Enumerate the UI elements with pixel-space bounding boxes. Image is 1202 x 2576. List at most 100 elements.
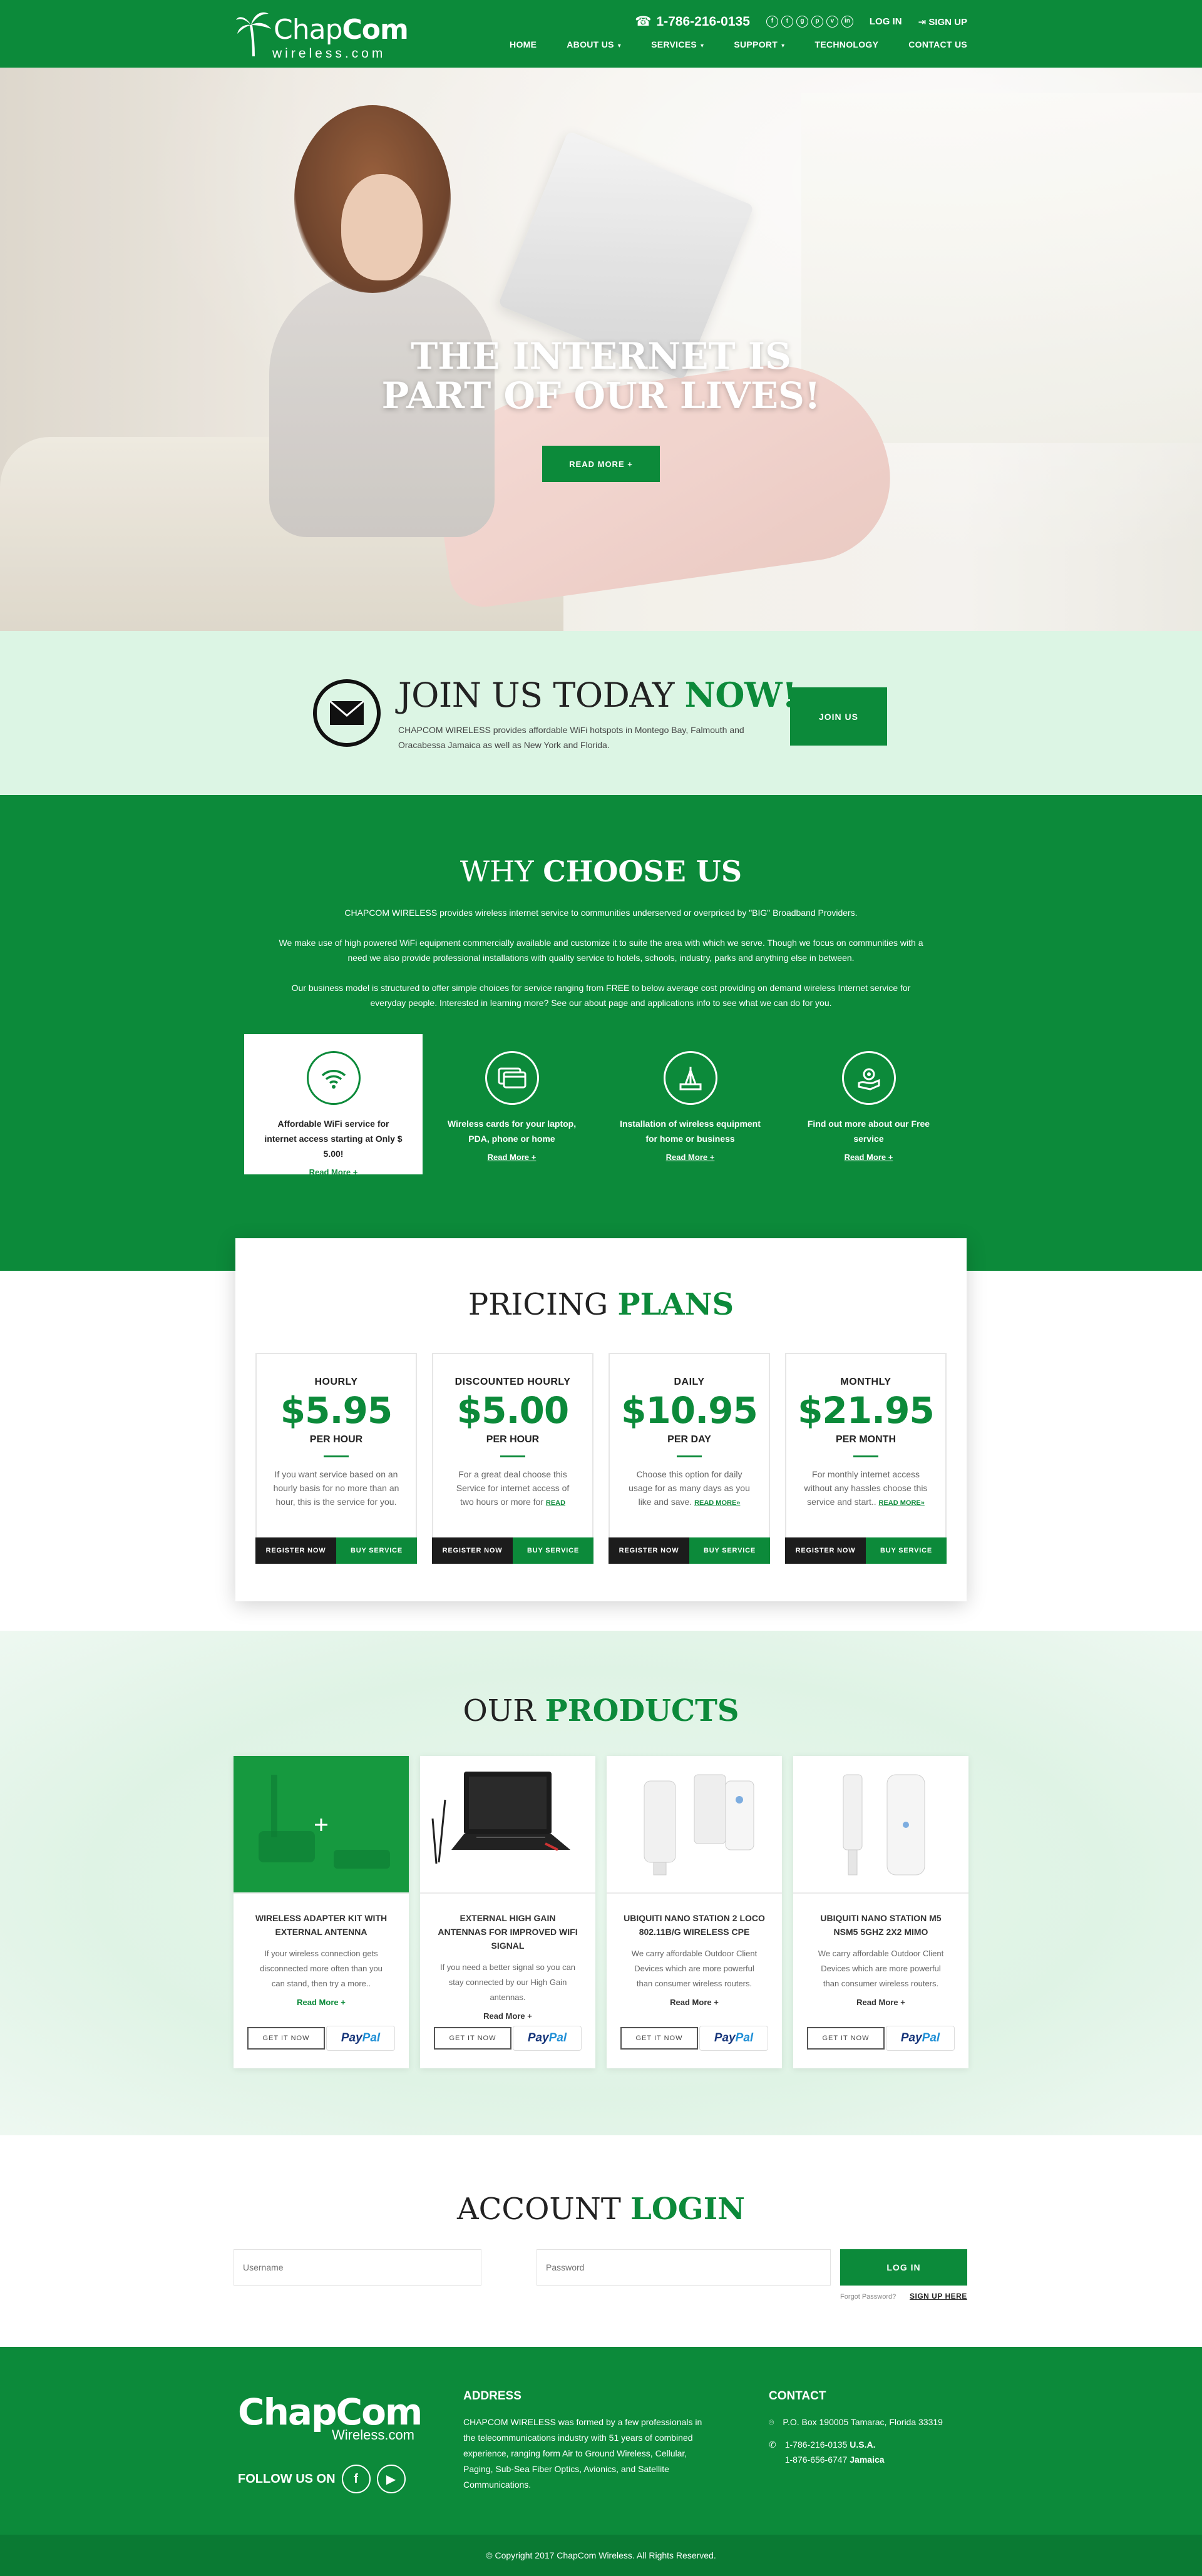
product-actions: GET IT NOW Pay Pal: [807, 2026, 955, 2051]
login-link[interactable]: LOG IN: [870, 16, 902, 27]
vimeo-icon[interactable]: v: [826, 16, 838, 28]
youtube-icon[interactable]: ▶: [376, 2465, 406, 2493]
copyright-bar: © Copyright 2017 ChapCom Wireless. All R…: [0, 2535, 1202, 2576]
product-read-more-link[interactable]: Read More +: [607, 1998, 782, 2007]
footer-contact: CONTACT ⌾ P.O. Box 190005 Tamarac, Flori…: [769, 2389, 982, 2475]
paypal-button[interactable]: Pay Pal: [886, 2026, 955, 2051]
card-icon: [485, 1051, 539, 1105]
feature-card[interactable]: Wireless cards for your laptop, PDA, pho…: [423, 1034, 601, 1174]
facebook-icon[interactable]: f: [341, 2465, 371, 2493]
twitter-icon[interactable]: t: [781, 16, 793, 28]
buy-service-button[interactable]: BUY SERVICE: [513, 1537, 593, 1564]
plan-price: $21.95: [798, 1389, 935, 1432]
facebook-icon[interactable]: f: [766, 16, 778, 28]
join-text: CHAPCOM WIRELESS provides affordable WiF…: [398, 725, 744, 750]
join-us-button[interactable]: JOIN US: [790, 687, 887, 746]
get-it-now-button[interactable]: GET IT NOW: [434, 2027, 511, 2050]
header-phone[interactable]: ☎ 1-786-216-0135: [635, 14, 750, 29]
contact-title: CONTACT: [769, 2389, 826, 2403]
register-now-button[interactable]: REGISTER NOW: [609, 1537, 689, 1564]
plan-read-more-link[interactable]: READ MORE»: [694, 1499, 740, 1507]
chevron-down-icon: ▾: [781, 43, 785, 49]
phone-number: 1-786-216-0135: [656, 14, 750, 29]
sign-up-here-link[interactable]: SIGN UP HERE: [910, 2292, 967, 2301]
account-login-section: ACCOUNT LOGIN LOG IN Forgot Password? SI…: [0, 2135, 1202, 2347]
product-image[interactable]: [234, 1756, 409, 1894]
plan-monthly: MONTHLY $21.95 PER MONTH For monthly int…: [785, 1353, 947, 1564]
phone-icon: ✆: [769, 2440, 776, 2450]
plan-actions: REGISTER NOW BUY SERVICE: [609, 1537, 770, 1564]
feature-card[interactable]: Find out more about our Free service Rea…: [779, 1034, 958, 1174]
buy-service-button[interactable]: BUY SERVICE: [336, 1537, 417, 1564]
hero-read-more-button[interactable]: READ MORE +: [542, 446, 660, 482]
paypal-logo-part: Pay: [714, 2031, 736, 2045]
signup-icon: ⇥: [918, 16, 929, 28]
plan-discounted-hourly: DISCOUNTED HOURLY $5.00 PER HOUR For a g…: [432, 1353, 593, 1564]
signup-link[interactable]: ⇥ SIGN UP: [918, 16, 967, 28]
get-it-now-button[interactable]: GET IT NOW: [807, 2027, 885, 2050]
feature-read-more-link[interactable]: Read More +: [666, 1152, 715, 1162]
nav-support-label: SUPPORT: [734, 39, 778, 49]
hero-title: THE INTERNET IS PART OF OUR LIVES!: [0, 337, 1202, 415]
feature-card[interactable]: Affordable WiFi service for internet acc…: [244, 1034, 423, 1177]
feature-text: Affordable WiFi service for internet acc…: [264, 1119, 403, 1159]
footer-logo[interactable]: ChapCom Wireless.com: [238, 2391, 423, 2453]
product-image[interactable]: [420, 1756, 595, 1894]
paypal-logo-part: Pay: [341, 2031, 362, 2045]
plan-description: For monthly internet access without any …: [786, 1467, 945, 1509]
tower-icon: [663, 1051, 717, 1105]
forgot-password-link[interactable]: Forgot Password?: [840, 2293, 896, 2301]
product-description: We carry affordable Outdoor Client Devic…: [631, 1949, 758, 1988]
products-title: OUR PRODUCTS: [0, 1693, 1202, 1728]
products-title-part: OUR: [463, 1693, 545, 1728]
envelope-icon: [313, 679, 381, 747]
register-now-button[interactable]: REGISTER NOW: [785, 1537, 866, 1564]
phone-jamaica[interactable]: 1-876-656-6747: [785, 2455, 848, 2465]
site-logo[interactable]: ChapCom wireless.com: [235, 8, 409, 61]
paypal-button[interactable]: Pay Pal: [513, 2026, 582, 2051]
chevron-down-icon: ▾: [617, 43, 622, 49]
product-read-more-link[interactable]: Read More +: [420, 2011, 595, 2021]
wifi-icon: [306, 1051, 361, 1105]
pinterest-icon[interactable]: p: [811, 16, 823, 28]
username-input[interactable]: [234, 2249, 481, 2286]
register-now-button[interactable]: REGISTER NOW: [432, 1537, 513, 1564]
product-image[interactable]: [793, 1756, 968, 1894]
nav-home[interactable]: HOME: [510, 39, 537, 49]
nav-about-us[interactable]: ABOUT US ▾: [567, 39, 621, 49]
hero-title-part: THE: [411, 335, 513, 377]
product-name: UBIQUITI NANO STATION 2 LOCO 802.11B/G W…: [624, 1913, 765, 1937]
products-section: OUR PRODUCTS WIRELESS ADAPTER KIT WITH E…: [0, 1631, 1202, 2135]
feature-read-more-link[interactable]: Read More +: [309, 1167, 358, 1177]
feature-read-more-link[interactable]: Read More +: [488, 1152, 537, 1162]
product-description: If you need a better signal so you can s…: [439, 1963, 576, 2002]
product-read-more-link[interactable]: Read More +: [234, 1998, 409, 2007]
phone-us[interactable]: 1-786-216-0135: [785, 2440, 848, 2450]
product-image[interactable]: [607, 1756, 782, 1894]
phone-list: 1-786-216-0135 U.S.A. 1-876-656-6747 Jam…: [785, 2437, 885, 2467]
get-it-now-button[interactable]: GET IT NOW: [620, 2027, 698, 2050]
buy-service-button[interactable]: BUY SERVICE: [689, 1537, 770, 1564]
get-it-now-button[interactable]: GET IT NOW: [247, 2027, 325, 2050]
chevron-down-icon: ▾: [701, 43, 704, 49]
product-read-more-link[interactable]: Read More +: [793, 1998, 968, 2007]
plan-name: DAILY: [674, 1377, 705, 1387]
paypal-button[interactable]: Pay Pal: [699, 2026, 768, 2051]
nav-support[interactable]: SUPPORT ▾: [734, 39, 784, 49]
nav-contact-us[interactable]: CONTACT US: [908, 39, 967, 49]
plan-price: $10.95: [621, 1389, 758, 1432]
linkedin-icon[interactable]: in: [841, 16, 853, 28]
plan-read-more-link[interactable]: READ MORE»: [879, 1499, 925, 1507]
nav-technology[interactable]: TECHNOLOGY: [814, 39, 878, 49]
hero-title-part: IS: [735, 335, 791, 377]
login-button[interactable]: LOG IN: [840, 2249, 967, 2286]
feature-read-more-link[interactable]: Read More +: [845, 1152, 893, 1162]
product-name: UBIQUITI NANO STATION M5 NSM5 5GHZ 2X2 M…: [820, 1913, 942, 1937]
register-now-button[interactable]: REGISTER NOW: [255, 1537, 336, 1564]
buy-service-button[interactable]: BUY SERVICE: [866, 1537, 947, 1564]
google-plus-icon[interactable]: g: [796, 16, 808, 28]
nav-services[interactable]: SERVICES ▾: [651, 39, 704, 49]
feature-card[interactable]: Installation of wireless equipment for h…: [601, 1034, 779, 1174]
password-input[interactable]: [537, 2249, 831, 2286]
paypal-button[interactable]: Pay Pal: [326, 2026, 395, 2051]
